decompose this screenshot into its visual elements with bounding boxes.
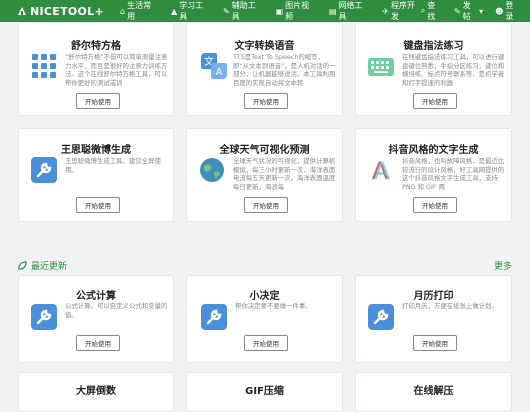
nav-item-media[interactable]: ▣ 图片视频 — [276, 0, 315, 22]
globe-icon — [200, 158, 224, 182]
start-button[interactable]: 开始使用 — [413, 93, 457, 109]
logo-text: NICETOOL — [30, 4, 95, 18]
nav-label: 发帖 — [462, 1, 471, 21]
grid-icon — [32, 54, 56, 78]
tool-card[interactable]: 大屏倒数 — [18, 372, 174, 412]
card-title: 抖音风格的文字生成 — [388, 145, 479, 156]
wrench-icon — [368, 304, 394, 330]
start-button[interactable]: 开始使用 — [413, 197, 457, 213]
card-description: 公式计算。可以自定义公式和变量的值。 — [65, 302, 168, 319]
nav-label: 网络工具 — [338, 1, 363, 21]
card-description: TTS是Text To Speech的缩写，即“从文本到语音”，是人机对话的一部… — [233, 53, 336, 87]
more-link[interactable]: 更多 — [494, 259, 512, 272]
card-title: GIF压缩 — [245, 386, 284, 397]
card-title: 王思聪微博生成 — [61, 145, 131, 156]
tool-card[interactable]: 王思聪微博生成 王思聪微博生成工具，建议全屏使用。 开始使用 — [18, 128, 174, 222]
start-button[interactable]: 开始使用 — [76, 93, 120, 109]
card-title: 月历打印 — [413, 291, 454, 302]
nav-label: 学习工具 — [179, 1, 204, 21]
start-button[interactable]: 开始使用 — [76, 197, 120, 213]
nav-item-dev[interactable]: ✈ 程序开发 — [382, 0, 421, 22]
recent-section-header: 最近更新 — [18, 259, 67, 272]
card-description: “舒尔特方格”不但可以简单测量注意力水平，而且是很好的注意力训练方法。这个在线舒… — [65, 53, 168, 87]
logo-icon — [18, 7, 26, 15]
translate-icon: 文 A — [201, 53, 227, 79]
tool-card[interactable]: 抖音风格的文字生成 A A 抖音风格，也叫故障风格，是最近比较流行的设计风格，好… — [355, 128, 512, 222]
right-nav: ⌕ 查找 ✎ 发帖 ▾ ☻ 登录 — [421, 0, 520, 22]
nav-item-network[interactable]: ▤ 网络工具 — [329, 0, 368, 22]
code-icon: ✈ — [382, 6, 389, 16]
nav-label: 生活常用 — [127, 1, 152, 21]
logo-plus: + — [94, 4, 105, 18]
leaf-icon — [18, 261, 27, 270]
tool-card[interactable]: 月历打印 打印月历，方便在纸张上做计划。 开始使用 — [355, 275, 512, 363]
network-icon: ▤ — [328, 6, 337, 16]
nav-item-assist[interactable]: ✎ 辅助工具 — [223, 0, 262, 22]
nav-item-life[interactable]: ⌂ 生活常用 — [120, 0, 157, 22]
card-title: 键盘指法练习 — [403, 41, 464, 52]
tool-card[interactable]: 小决定 帮你决定要不要做一件事。 开始使用 — [186, 275, 343, 363]
tool-card[interactable]: 舒尔特方格 “舒尔特方格”不但可以简单测量注意力水平，而且是很好的注意力训练方法… — [18, 22, 174, 116]
site-logo[interactable]: NICETOOL + — [16, 5, 104, 18]
card-description: 打印月历，方便在纸张上做计划。 — [402, 302, 498, 310]
nav-label: 程序开发 — [390, 1, 415, 21]
user-icon: ☻ — [495, 6, 504, 16]
home-icon: ⌂ — [120, 6, 126, 16]
card-title: 舒尔特方格 — [71, 41, 121, 52]
chevron-down-icon: ▾ — [479, 6, 484, 16]
nav-label: 查找 — [427, 1, 436, 21]
tool-card[interactable]: 全球天气可视化预测 全球天气状况的可视化，提供计算机模拟，每三小时更新一次，海洋… — [186, 128, 343, 222]
search-icon: ⌕ — [420, 6, 426, 15]
card-description: 帮你决定要不要做一件事。 — [235, 302, 312, 310]
top-navigation-bar: NICETOOL + ⌂ 生活常用 ▲ 学习工具 ✎ 辅助工具 ▣ 图片视频 ▤ 网络工具 … — [0, 0, 530, 22]
card-description: 在线键盘指法练习工具，可以进行键盘键位熟悉，手指分区练习，键位和横排练、标点符号… — [402, 53, 505, 87]
svg-text:A: A — [216, 67, 223, 78]
start-button[interactable]: 开始使用 — [244, 335, 288, 351]
nav-label: 图片视频 — [285, 1, 310, 21]
graduation-icon: ▲ — [171, 6, 178, 16]
letter-a-icon: A A — [372, 157, 391, 183]
section-title: 最近更新 — [31, 262, 68, 272]
tool-card[interactable]: GIF压缩 — [186, 372, 343, 412]
tool-card[interactable]: 键盘指法练习 在线键盘指法练习工具，可以进行键盘键位熟悉，手指分区练习，键位和横… — [355, 22, 512, 116]
card-title: 文字转换语音 — [234, 41, 295, 52]
wrench-icon — [201, 304, 227, 330]
card-title: 大屏倒数 — [76, 386, 116, 397]
keyboard-icon — [368, 58, 394, 76]
search-link[interactable]: ⌕ 查找 — [421, 0, 442, 22]
nav-label: 辅助工具 — [231, 1, 256, 21]
start-button[interactable]: 开始使用 — [244, 197, 288, 213]
login-link[interactable]: ☻ 登录 — [495, 0, 520, 22]
wrench-icon — [31, 304, 57, 330]
tool-card[interactable]: 文字转换语音 文 A TTS是Text To Speech的缩写，即“从文本到语… — [186, 22, 343, 116]
wrench-icon — [31, 157, 57, 183]
nav-label: 登录 — [505, 1, 514, 21]
card-description: 王思聪微博生成工具，建议全屏使用。 — [65, 157, 161, 174]
main-nav: ⌂ 生活常用 ▲ 学习工具 ✎ 辅助工具 ▣ 图片视频 ▤ 网络工具 ✈ 程序开发 — [120, 0, 421, 22]
wrench-icon: ✎ — [223, 6, 230, 16]
start-button[interactable]: 开始使用 — [76, 335, 120, 351]
card-description: 全球天气状况的可视化，提供计算机模拟，每三小时更新一次，海洋表面电流每五天更新一… — [233, 157, 336, 191]
card-description: 抖音风格，也叫故障风格，是最近比较流行的设计风格，好工具网提供的这个抖音风格文字… — [402, 157, 505, 191]
card-title: 小决定 — [249, 291, 280, 302]
card-title: 全球天气可视化预测 — [219, 145, 310, 156]
image-icon: ▣ — [275, 6, 284, 16]
card-title: 公式计算 — [76, 291, 116, 302]
svg-text:A: A — [374, 157, 391, 183]
tool-card[interactable]: 在线解压 — [355, 372, 512, 412]
nav-item-study[interactable]: ▲ 学习工具 — [171, 0, 209, 22]
start-button[interactable]: 开始使用 — [244, 93, 288, 109]
tool-card[interactable]: 公式计算 公式计算。可以自定义公式和变量的值。 开始使用 — [18, 275, 174, 363]
post-icon: ✎ — [454, 6, 461, 16]
start-button[interactable]: 开始使用 — [413, 335, 457, 351]
card-title: 在线解压 — [413, 386, 454, 397]
post-link[interactable]: ✎ 发帖 ▾ — [454, 0, 483, 22]
